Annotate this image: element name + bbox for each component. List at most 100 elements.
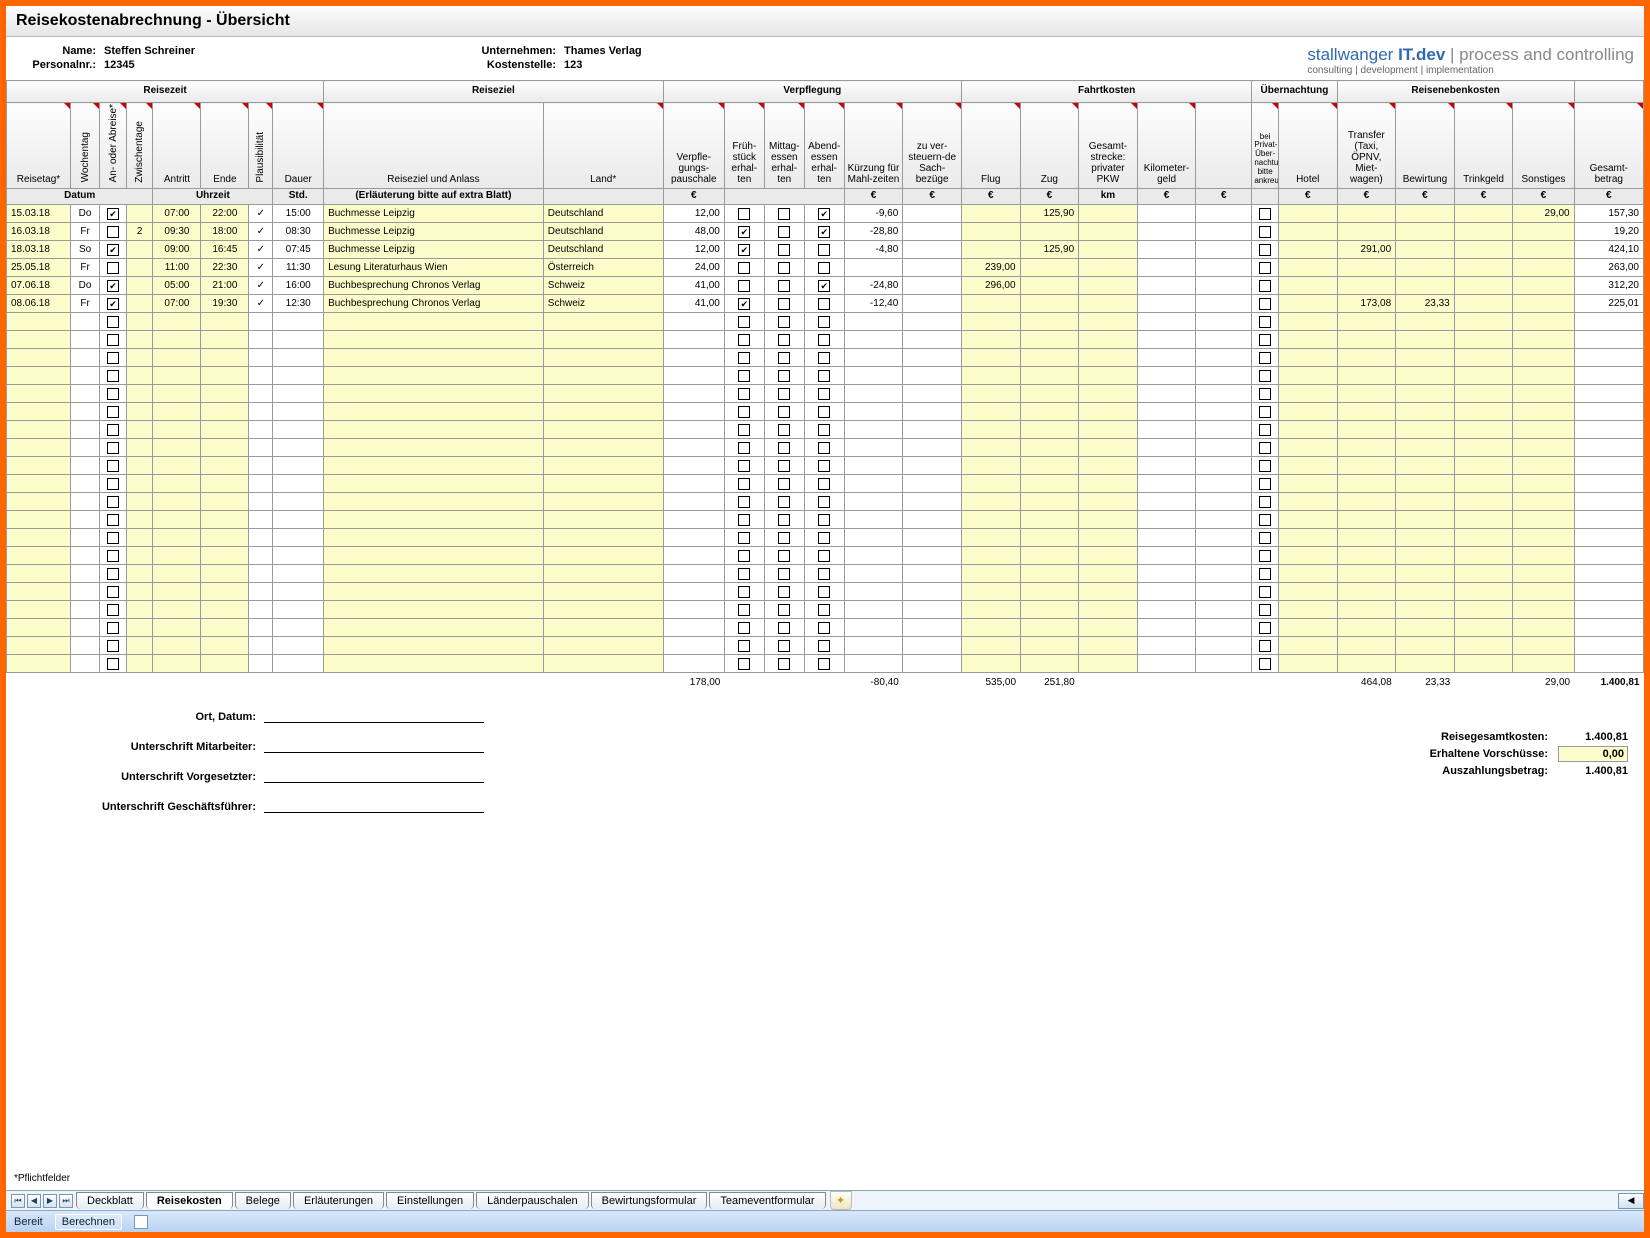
- checkbox[interactable]: [107, 460, 119, 472]
- checkbox[interactable]: [738, 298, 750, 310]
- cell-so[interactable]: [1513, 439, 1574, 457]
- cell-mittag[interactable]: [764, 331, 804, 349]
- cell-ant[interactable]: [153, 331, 201, 349]
- cell-frueh[interactable]: [724, 655, 764, 673]
- cell-bw[interactable]: [1396, 367, 1455, 385]
- cell-end[interactable]: [201, 601, 249, 619]
- checkbox[interactable]: [107, 226, 119, 238]
- cell-ziel[interactable]: Buchmesse Leipzig: [324, 205, 544, 223]
- checkbox[interactable]: [818, 532, 830, 544]
- cell-bw[interactable]: [1396, 241, 1455, 259]
- cell-ziel[interactable]: [324, 367, 544, 385]
- cell-priv[interactable]: [1252, 385, 1279, 403]
- cell-tr[interactable]: [1337, 529, 1396, 547]
- cell-abend[interactable]: [804, 457, 844, 475]
- cell-flug[interactable]: [961, 439, 1020, 457]
- cell-frueh[interactable]: [724, 403, 764, 421]
- checkbox[interactable]: [107, 478, 119, 490]
- cell-abend[interactable]: [804, 367, 844, 385]
- cell-pkw[interactable]: [1079, 547, 1138, 565]
- cell-end[interactable]: [201, 619, 249, 637]
- cell-flug[interactable]: [961, 637, 1020, 655]
- cell-zw[interactable]: [126, 637, 153, 655]
- checkbox[interactable]: [818, 604, 830, 616]
- checkbox[interactable]: [1259, 568, 1271, 580]
- cell-land[interactable]: [543, 493, 663, 511]
- cell-ant[interactable]: 05:00: [153, 277, 201, 295]
- tab-new-icon[interactable]: ✦: [830, 1191, 852, 1210]
- cell-hotel[interactable]: [1278, 403, 1337, 421]
- cell-tr[interactable]: [1337, 511, 1396, 529]
- checkbox[interactable]: [1259, 532, 1271, 544]
- cell-land[interactable]: [543, 547, 663, 565]
- cell-pkw[interactable]: [1079, 403, 1138, 421]
- checkbox[interactable]: [738, 280, 750, 292]
- checkbox[interactable]: [778, 532, 790, 544]
- checkbox[interactable]: [738, 388, 750, 400]
- checkbox[interactable]: [107, 442, 119, 454]
- cell-pkw[interactable]: [1079, 601, 1138, 619]
- cell-ab[interactable]: [100, 547, 127, 565]
- cell-land[interactable]: [543, 565, 663, 583]
- cell-priv[interactable]: [1252, 637, 1279, 655]
- cell-ziel[interactable]: [324, 637, 544, 655]
- cell-flug[interactable]: [961, 475, 1020, 493]
- cell-zug[interactable]: [1020, 583, 1079, 601]
- checkbox[interactable]: [107, 604, 119, 616]
- cell-hotel[interactable]: [1278, 583, 1337, 601]
- cell-land[interactable]: [543, 637, 663, 655]
- cell-date[interactable]: 07.06.18: [7, 277, 71, 295]
- cell-bw[interactable]: [1396, 259, 1455, 277]
- cell-mittag[interactable]: [764, 565, 804, 583]
- cell-zw[interactable]: [126, 493, 153, 511]
- checkbox[interactable]: [107, 496, 119, 508]
- cell-tg[interactable]: [1454, 313, 1513, 331]
- cell-zw[interactable]: [126, 259, 153, 277]
- cell-zw[interactable]: [126, 619, 153, 637]
- sheet-tab[interactable]: Bewirtungsformular: [591, 1192, 708, 1209]
- cell-ziel[interactable]: [324, 583, 544, 601]
- checkbox[interactable]: [778, 298, 790, 310]
- cell-ab[interactable]: [100, 403, 127, 421]
- cell-pkw[interactable]: [1079, 511, 1138, 529]
- cell-end[interactable]: [201, 439, 249, 457]
- checkbox[interactable]: [738, 496, 750, 508]
- checkbox[interactable]: [818, 352, 830, 364]
- cell-tr[interactable]: [1337, 457, 1396, 475]
- checkbox[interactable]: [778, 568, 790, 580]
- cell-mittag[interactable]: [764, 475, 804, 493]
- cell-ziel[interactable]: [324, 601, 544, 619]
- cell-tg[interactable]: [1454, 547, 1513, 565]
- checkbox[interactable]: [778, 208, 790, 220]
- checkbox[interactable]: [738, 658, 750, 670]
- checkbox[interactable]: [107, 622, 119, 634]
- cell-ab[interactable]: [100, 385, 127, 403]
- cell-mittag[interactable]: [764, 637, 804, 655]
- cell-ziel[interactable]: [324, 385, 544, 403]
- cell-end[interactable]: 22:30: [201, 259, 249, 277]
- checkbox[interactable]: [818, 262, 830, 274]
- cell-end[interactable]: [201, 385, 249, 403]
- cell-flug[interactable]: [961, 601, 1020, 619]
- cell-ant[interactable]: 09:30: [153, 223, 201, 241]
- cell-hotel[interactable]: [1278, 493, 1337, 511]
- checkbox[interactable]: [1259, 388, 1271, 400]
- cell-ab[interactable]: [100, 457, 127, 475]
- cell-flug[interactable]: [961, 457, 1020, 475]
- cell-land[interactable]: [543, 367, 663, 385]
- cell-pkw[interactable]: [1079, 619, 1138, 637]
- cell-tr[interactable]: [1337, 583, 1396, 601]
- cell-pkw[interactable]: [1079, 295, 1138, 313]
- cell-flug[interactable]: [961, 331, 1020, 349]
- checkbox[interactable]: [818, 658, 830, 670]
- checkbox[interactable]: [1259, 406, 1271, 418]
- cell-priv[interactable]: [1252, 241, 1279, 259]
- checkbox[interactable]: [107, 388, 119, 400]
- checkbox[interactable]: [778, 352, 790, 364]
- checkbox[interactable]: [1259, 280, 1271, 292]
- cell-ab[interactable]: [100, 295, 127, 313]
- cell-land[interactable]: [543, 475, 663, 493]
- cell-zug[interactable]: [1020, 511, 1079, 529]
- cell-land[interactable]: Schweiz: [543, 295, 663, 313]
- cell-ziel[interactable]: [324, 457, 544, 475]
